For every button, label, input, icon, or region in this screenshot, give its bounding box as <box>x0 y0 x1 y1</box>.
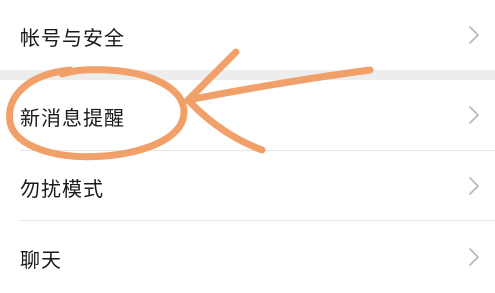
chevron-right-icon <box>469 177 479 195</box>
settings-item-do-not-disturb[interactable]: 勿扰模式 <box>0 151 495 220</box>
chevron-right-icon <box>469 26 479 44</box>
settings-item-new-message-notification[interactable]: 新消息提醒 <box>0 80 495 150</box>
settings-screen: 帐号与安全 新消息提醒 勿扰模式 聊天 <box>0 0 495 293</box>
settings-item-label: 帐号与安全 <box>20 26 125 50</box>
settings-item-chat[interactable]: 聊天 <box>0 221 495 293</box>
section-gap <box>0 70 495 80</box>
chevron-right-icon <box>469 106 479 124</box>
settings-item-label: 聊天 <box>20 248 62 272</box>
settings-item-account-security[interactable]: 帐号与安全 <box>0 0 495 70</box>
settings-item-label: 勿扰模式 <box>20 177 104 201</box>
settings-item-label: 新消息提醒 <box>20 106 125 130</box>
chevron-right-icon <box>469 248 479 266</box>
